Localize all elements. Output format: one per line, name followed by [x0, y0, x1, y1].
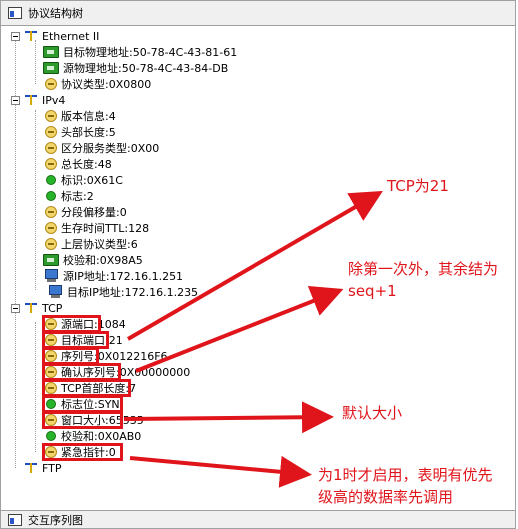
- annotation-urgent-line2: 级高的数据率先调用: [318, 488, 454, 506]
- annotation-seq-line1: 除第一次外，其余结为: [348, 260, 499, 278]
- annotation-window: 默认大小: [342, 404, 403, 422]
- arrow-to-seq-note: [135, 285, 344, 373]
- arrow-to-urgent-note: [129, 455, 312, 488]
- annotation-tcp-port: TCP为21: [387, 177, 449, 195]
- annotation-urgent-line1: 为1时才启用，表明有优先: [318, 466, 493, 484]
- annotation-seq-line2: seq+1: [348, 282, 397, 300]
- arrow-to-window-note: [123, 401, 334, 434]
- arrow-to-tcp-port-note: [126, 190, 383, 341]
